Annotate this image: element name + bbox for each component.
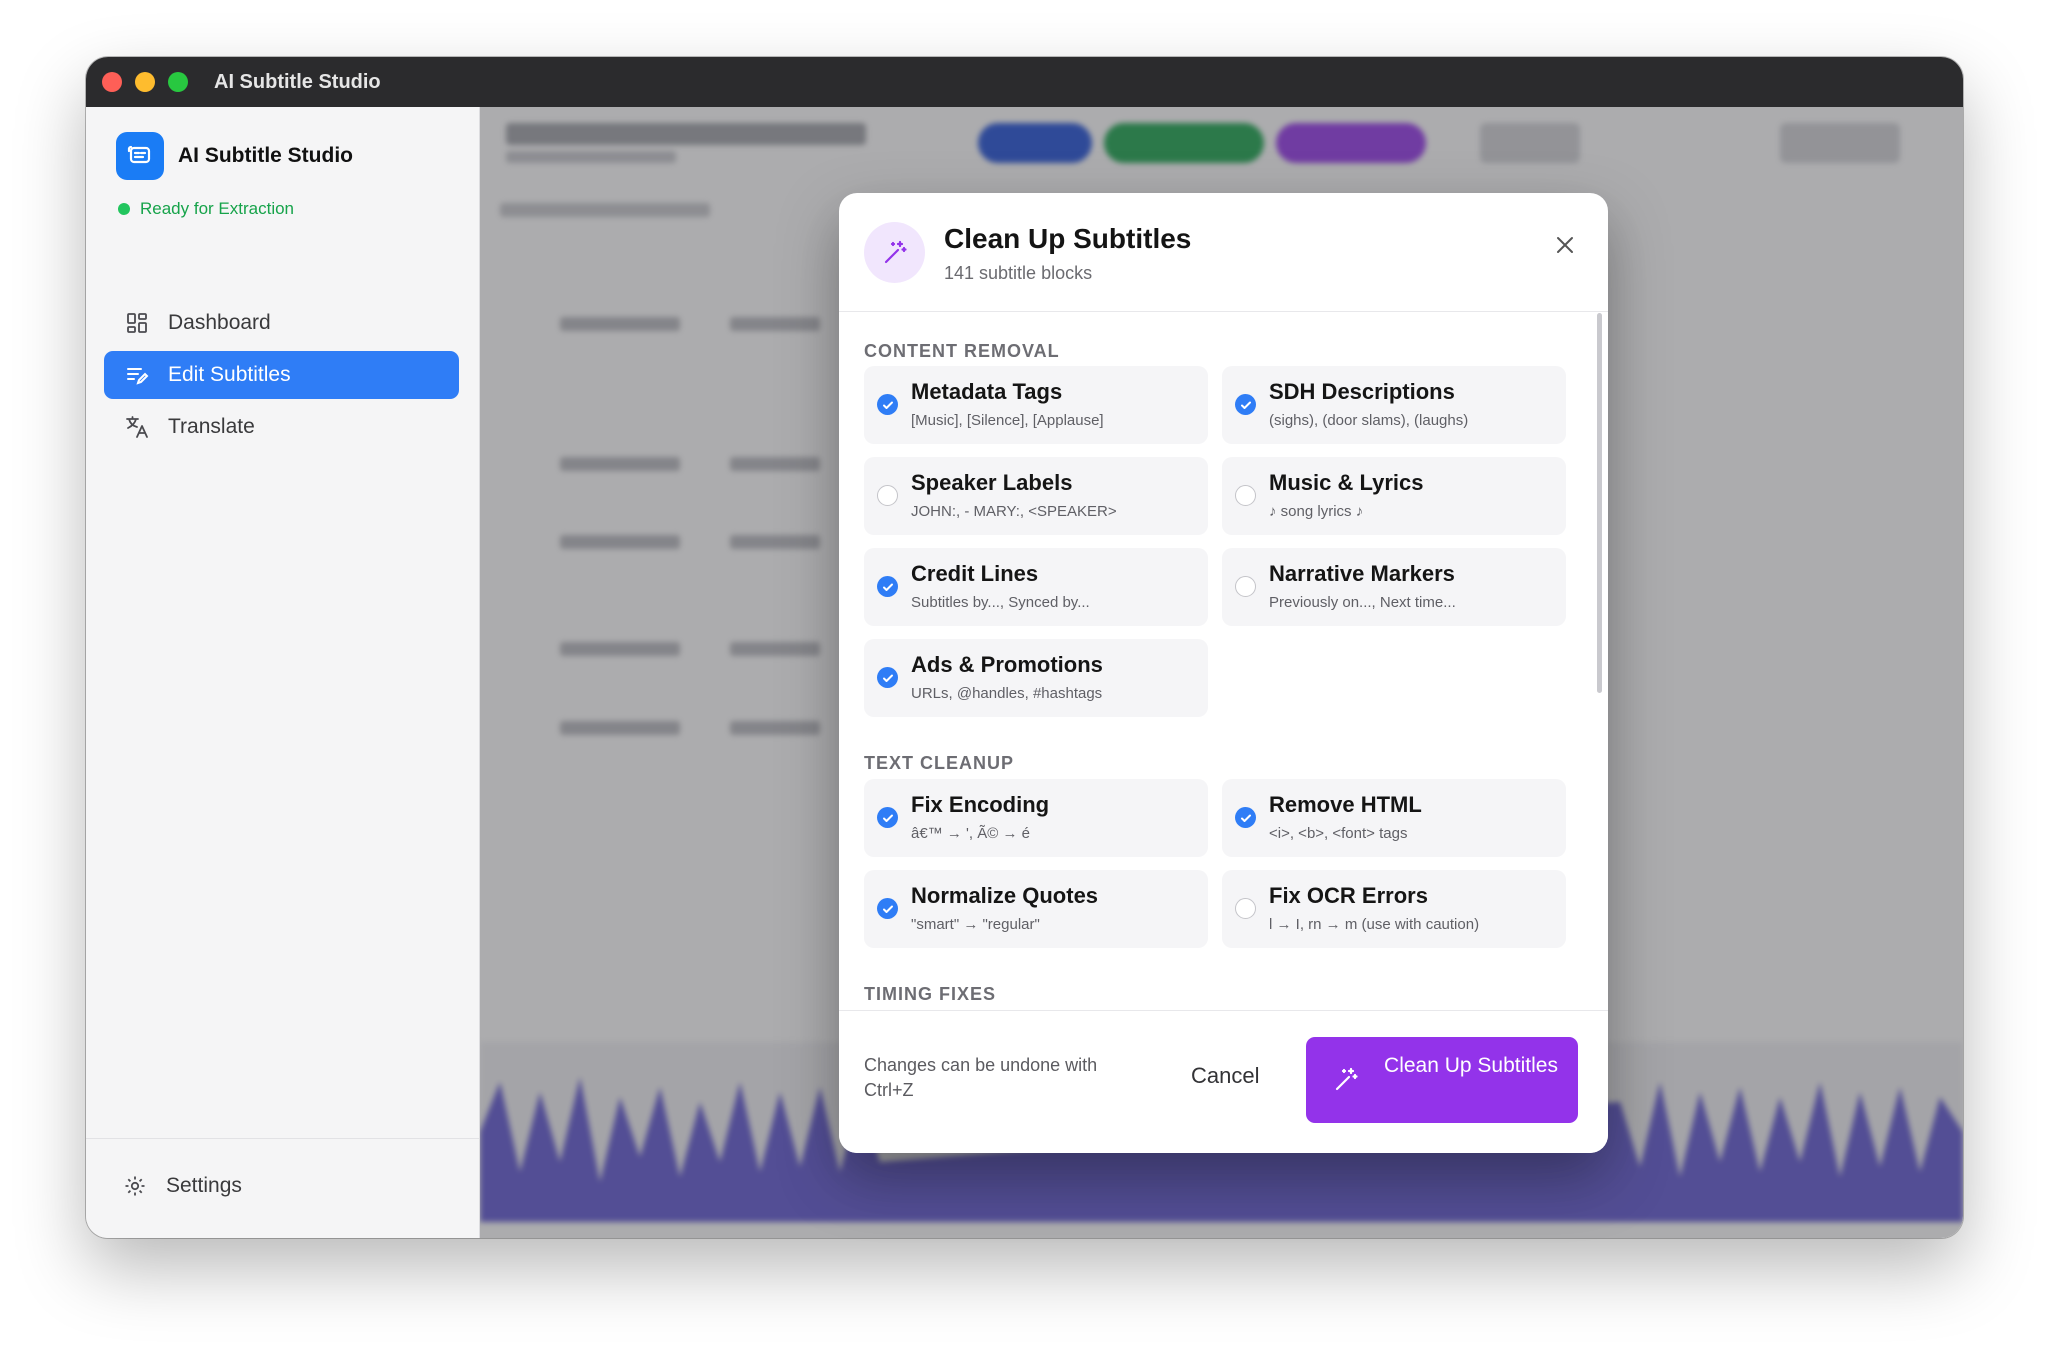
sidebar-item-dashboard[interactable]: Dashboard bbox=[104, 299, 459, 347]
extraction-status: Ready for Extraction bbox=[118, 199, 294, 219]
option-label: Metadata Tags bbox=[911, 379, 1063, 404]
checkmark-icon bbox=[882, 814, 893, 822]
checkmark-icon bbox=[1240, 401, 1251, 409]
dialog-footer: Changes can be undone with Ctrl+Z Cancel… bbox=[839, 1010, 1608, 1153]
clean-up-subtitles-button[interactable]: Clean Up Subtitles bbox=[1306, 1037, 1578, 1123]
cleanup-dialog: Clean Up Subtitles 141 subtitle blocks C… bbox=[839, 193, 1608, 1153]
close-window-button[interactable] bbox=[102, 72, 122, 92]
checkbox-checked[interactable] bbox=[877, 394, 898, 415]
brand: AI Subtitle Studio bbox=[116, 132, 353, 180]
dialog-subtitle: 141 subtitle blocks bbox=[944, 263, 1093, 283]
gear-icon bbox=[122, 1173, 148, 1199]
option-ads-promotions[interactable]: Ads & Promotions URLs, @handles, #hashta… bbox=[864, 639, 1208, 717]
option-description: JOHN:, - MARY:, <SPEAKER> bbox=[911, 503, 1117, 520]
undo-hint: Changes can be undone with Ctrl+Z bbox=[864, 1055, 1098, 1100]
dialog-body[interactable]: CONTENT REMOVAL Metadata Tags [Music], [… bbox=[839, 313, 1608, 1009]
option-label: Speaker Labels bbox=[911, 470, 1073, 495]
section-title-timing-fixes: TIMING FIXES bbox=[864, 984, 997, 1004]
option-speaker-labels[interactable]: Speaker Labels JOHN:, - MARY:, <SPEAKER> bbox=[864, 457, 1208, 535]
option-description: "smart" → "regular" bbox=[911, 916, 1040, 933]
option-fix-encoding[interactable]: Fix Encoding â€™ → ', Ã© → é bbox=[864, 779, 1208, 857]
checkbox-checked[interactable] bbox=[877, 576, 898, 597]
option-label: Credit Lines bbox=[911, 561, 1039, 586]
maximize-window-button[interactable] bbox=[168, 72, 188, 92]
option-label: Narrative Markers bbox=[1269, 561, 1455, 586]
window-controls bbox=[102, 72, 188, 92]
sidebar-nav: Dashboard Edit Subtitles Translate bbox=[104, 299, 459, 455]
option-fix-ocr-errors[interactable]: Fix OCR Errors l → I, rn → m (use with c… bbox=[1222, 870, 1566, 948]
status-text: Ready for Extraction bbox=[140, 199, 295, 218]
checkbox-checked[interactable] bbox=[877, 807, 898, 828]
section-title-text-cleanup: TEXT CLEANUP bbox=[864, 753, 1015, 773]
option-description: Subtitles by..., Synced by... bbox=[911, 594, 1090, 611]
checkbox-checked[interactable] bbox=[1235, 394, 1256, 415]
checkmark-icon bbox=[1240, 814, 1251, 822]
checkbox-checked[interactable] bbox=[877, 898, 898, 919]
sidebar-item-translate[interactable]: Translate bbox=[104, 403, 459, 451]
brand-name: AI Subtitle Studio bbox=[178, 144, 353, 167]
dialog-title: Clean Up Subtitles bbox=[944, 223, 1192, 254]
option-label: Normalize Quotes bbox=[911, 883, 1099, 908]
settings-label: Settings bbox=[166, 1174, 242, 1197]
checkbox-unchecked[interactable] bbox=[1235, 898, 1256, 919]
sidebar-item-label: Edit Subtitles bbox=[168, 363, 291, 386]
option-description: â€™ → ', Ã© → é bbox=[911, 825, 1030, 842]
sidebar-item-settings[interactable]: Settings bbox=[122, 1173, 242, 1199]
sidebar: AI Subtitle Studio Ready for Extraction … bbox=[86, 107, 480, 1238]
sidebar-item-label: Dashboard bbox=[168, 311, 271, 334]
magic-wand-icon bbox=[864, 222, 925, 283]
option-normalize-quotes[interactable]: Normalize Quotes "smart" → "regular" bbox=[864, 870, 1208, 948]
checkmark-icon bbox=[882, 905, 893, 913]
sidebar-item-edit-subtitles[interactable]: Edit Subtitles bbox=[104, 351, 459, 399]
option-music-lyrics[interactable]: Music & Lyrics ♪ song lyrics ♪ bbox=[1222, 457, 1566, 535]
option-label: Music & Lyrics bbox=[1269, 470, 1424, 495]
dialog-scrollbar[interactable] bbox=[1597, 313, 1602, 693]
option-description: ♪ song lyrics ♪ bbox=[1269, 503, 1364, 520]
close-icon bbox=[1557, 237, 1573, 253]
checkmark-icon bbox=[882, 674, 893, 682]
checkmark-icon bbox=[882, 401, 893, 409]
checkmark-icon bbox=[882, 583, 893, 591]
dashboard-icon bbox=[124, 310, 150, 336]
checkbox-unchecked[interactable] bbox=[1235, 576, 1256, 597]
sidebar-footer: Settings bbox=[86, 1138, 479, 1238]
option-remove-html[interactable]: Remove HTML <i>, <b>, <font> tags bbox=[1222, 779, 1566, 857]
option-description: <i>, <b>, <font> tags bbox=[1269, 825, 1408, 842]
option-credit-lines[interactable]: Credit Lines Subtitles by..., Synced by.… bbox=[864, 548, 1208, 626]
option-label: Remove HTML bbox=[1269, 792, 1422, 817]
option-description: (sighs), (door slams), (laughs) bbox=[1269, 412, 1469, 429]
dialog-header: Clean Up Subtitles 141 subtitle blocks bbox=[839, 193, 1608, 312]
magic-wand-icon bbox=[1335, 1067, 1358, 1091]
app-logo-icon bbox=[116, 132, 164, 180]
option-metadata-tags[interactable]: Metadata Tags [Music], [Silence], [Appla… bbox=[864, 366, 1208, 444]
translate-icon bbox=[124, 414, 150, 440]
minimize-window-button[interactable] bbox=[135, 72, 155, 92]
checkbox-checked[interactable] bbox=[877, 667, 898, 688]
checkbox-unchecked[interactable] bbox=[1235, 485, 1256, 506]
option-description: Previously on..., Next time... bbox=[1269, 594, 1456, 611]
edit-subtitles-icon bbox=[124, 362, 150, 388]
option-label: Fix Encoding bbox=[911, 792, 1050, 817]
status-dot-icon bbox=[118, 203, 130, 215]
checkbox-checked[interactable] bbox=[1235, 807, 1256, 828]
cancel-button[interactable]: Cancel bbox=[1191, 1063, 1259, 1089]
primary-button-label: Clean Up Subtitles bbox=[1384, 1054, 1558, 1077]
option-description: URLs, @handles, #hashtags bbox=[911, 685, 1103, 702]
option-label: Fix OCR Errors bbox=[1269, 883, 1428, 908]
title-bar: AI Subtitle Studio bbox=[86, 57, 1963, 107]
option-label: SDH Descriptions bbox=[1269, 379, 1455, 404]
window-title: AI Subtitle Studio bbox=[214, 70, 381, 93]
option-label: Ads & Promotions bbox=[911, 652, 1103, 677]
option-description: l → I, rn → m (use with caution) bbox=[1269, 916, 1480, 933]
option-sdh-descriptions[interactable]: SDH Descriptions (sighs), (door slams), … bbox=[1222, 366, 1566, 444]
option-description: [Music], [Silence], [Applause] bbox=[911, 412, 1104, 429]
sidebar-item-label: Translate bbox=[168, 415, 255, 438]
section-title-content-removal: CONTENT REMOVAL bbox=[864, 341, 1060, 361]
close-dialog-button[interactable] bbox=[1550, 230, 1580, 260]
checkbox-unchecked[interactable] bbox=[877, 485, 898, 506]
option-narrative-markers[interactable]: Narrative Markers Previously on..., Next… bbox=[1222, 548, 1566, 626]
